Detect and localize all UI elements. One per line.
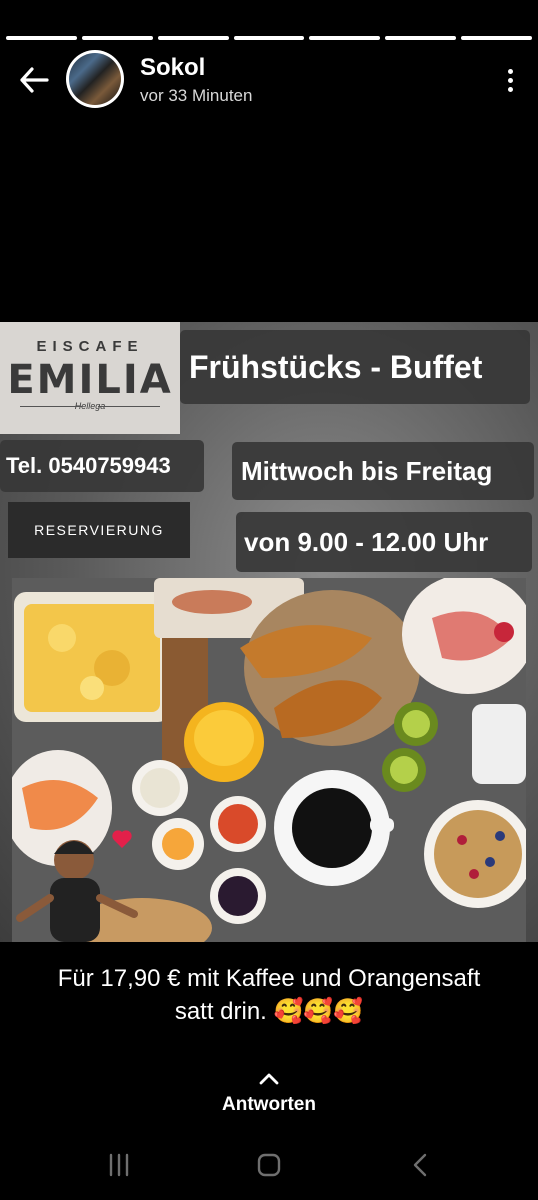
caption-line-2: satt drin. 🥰🥰🥰 — [174, 998, 364, 1025]
progress-segment — [233, 36, 305, 40]
progress-segment — [385, 36, 457, 40]
progress-segment — [461, 36, 533, 40]
progress-segment — [81, 36, 153, 40]
progress-segment — [6, 36, 77, 40]
recent-apps-button[interactable] — [106, 1152, 132, 1183]
more-vertical-icon — [507, 68, 513, 74]
poster-days: Mittwoch bis Freitag — [232, 442, 534, 500]
chevron-up-icon — [259, 1073, 279, 1085]
progress-segment — [157, 36, 229, 40]
nav-back-icon — [413, 1153, 427, 1177]
story-timestamp: vor 33 Minuten — [140, 86, 253, 105]
home-button[interactable] — [256, 1152, 282, 1183]
logo-name: EMILIA — [7, 357, 173, 403]
avatar[interactable] — [66, 50, 124, 108]
story-username[interactable]: Sokol — [140, 54, 205, 82]
reply-swipe-handle[interactable] — [258, 1072, 280, 1091]
story-image: EISCAFE EMILIA Hellega Frühstücks - Buff… — [0, 322, 538, 942]
progress-segment — [309, 36, 381, 40]
reply-button[interactable]: Antworten — [0, 1094, 538, 1116]
poster-phone: Tel. 0540759943 — [0, 440, 204, 492]
nav-back-button[interactable] — [410, 1152, 430, 1183]
poster-reservation: RESERVIERUNG — [8, 502, 190, 558]
back-button[interactable] — [16, 62, 52, 98]
arrow-back-icon — [20, 67, 49, 93]
home-icon — [257, 1153, 281, 1177]
breakfast-photo — [12, 578, 526, 942]
story-caption: Für 17,90 € mit Kaffee und Orangensaft s… — [20, 962, 518, 1028]
poster-title: Frühstücks - Buffet — [180, 330, 530, 404]
more-options-button[interactable] — [500, 62, 520, 98]
cafe-logo: EISCAFE EMILIA Hellega — [0, 322, 180, 434]
recent-apps-icon — [109, 1153, 129, 1177]
story-progress — [6, 36, 533, 40]
caption-line-1: Für 17,90 € mit Kaffee und Orangensaft — [57, 965, 481, 992]
logo-top-text: EISCAFE — [36, 338, 144, 355]
poster-hours: von 9.00 - 12.00 Uhr — [236, 512, 532, 572]
